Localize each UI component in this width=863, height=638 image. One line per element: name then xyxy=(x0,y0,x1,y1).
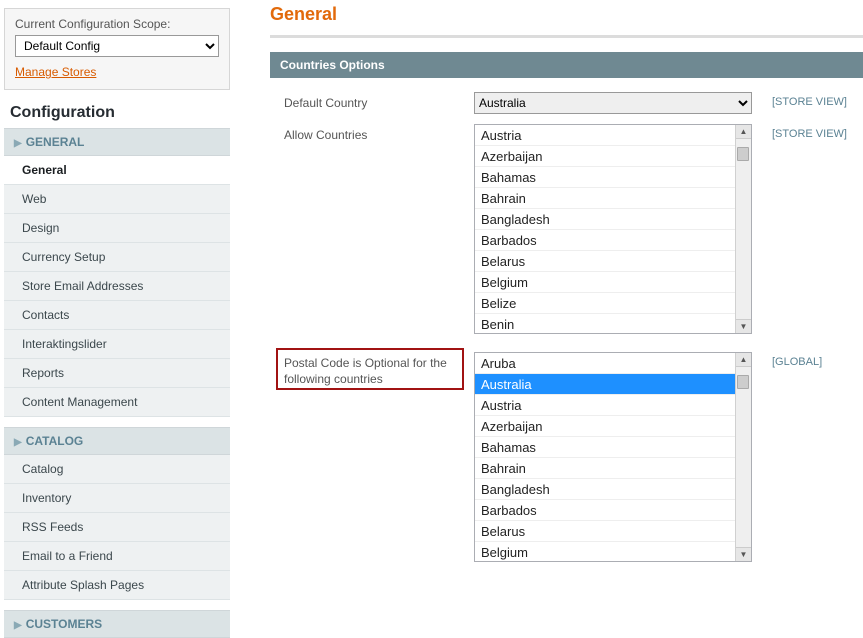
nav-item-store-email[interactable]: Store Email Addresses xyxy=(4,272,230,301)
list-item[interactable]: Barbados xyxy=(475,230,735,251)
nav-item-interaktingslider[interactable]: Interaktingslider xyxy=(4,330,230,359)
nav-section-customers[interactable]: ▶CUSTOMERS xyxy=(4,610,230,638)
label-postal-optional: Postal Code is Optional for the followin… xyxy=(284,352,474,387)
list-item[interactable]: Bahrain xyxy=(475,188,735,209)
nav-section-general[interactable]: ▶GENERAL xyxy=(4,128,230,156)
multiselect-allow-countries[interactable]: Austria Azerbaijan Bahamas Bahrain Bangl… xyxy=(474,124,752,334)
list-item[interactable]: Bangladesh xyxy=(475,209,735,230)
list-item[interactable]: Bahrain xyxy=(475,458,735,479)
row-default-country: Default Country Australia [STORE VIEW] xyxy=(284,92,863,114)
nav-item-catalog[interactable]: Catalog xyxy=(4,455,230,484)
scope-postal-optional: [GLOBAL] xyxy=(754,352,854,368)
fieldset-countries-options[interactable]: Countries Options xyxy=(270,52,863,78)
label-allow-countries: Allow Countries xyxy=(284,124,474,143)
scroll-down-icon[interactable]: ▼ xyxy=(736,547,751,561)
scroll-thumb[interactable] xyxy=(737,375,749,389)
configuration-title: Configuration xyxy=(10,104,230,122)
scroll-down-icon[interactable]: ▼ xyxy=(736,319,751,333)
nav-item-contacts[interactable]: Contacts xyxy=(4,301,230,330)
nav-item-content-management[interactable]: Content Management xyxy=(4,388,230,417)
list-item[interactable]: Azerbaijan xyxy=(475,146,735,167)
list-item[interactable]: Australia xyxy=(475,374,735,395)
list-item[interactable]: Belgium xyxy=(475,272,735,293)
list-item[interactable]: Austria xyxy=(475,125,735,146)
nav-item-inventory[interactable]: Inventory xyxy=(4,484,230,513)
row-allow-countries: Allow Countries Austria Azerbaijan Baham… xyxy=(284,124,863,334)
nav-item-web[interactable]: Web xyxy=(4,185,230,214)
scroll-up-icon[interactable]: ▲ xyxy=(736,353,751,367)
chevron-right-icon: ▶ xyxy=(14,437,22,448)
list-item[interactable]: Bangladesh xyxy=(475,479,735,500)
chevron-right-icon: ▶ xyxy=(14,620,22,631)
list-item[interactable]: Barbados xyxy=(475,500,735,521)
list-item[interactable]: Belize xyxy=(475,293,735,314)
scope-label: Current Configuration Scope: xyxy=(15,17,219,31)
nav-item-currency-setup[interactable]: Currency Setup xyxy=(4,243,230,272)
manage-stores-link[interactable]: Manage Stores xyxy=(15,65,96,79)
scroll-thumb[interactable] xyxy=(737,147,749,161)
scope-default-country: [STORE VIEW] xyxy=(754,92,854,108)
scope-select[interactable]: Default Config xyxy=(15,35,219,57)
list-item[interactable]: Bahamas xyxy=(475,437,735,458)
scrollbar[interactable]: ▲ ▼ xyxy=(735,125,751,333)
list-item[interactable]: Belarus xyxy=(475,251,735,272)
sidebar: Current Configuration Scope: Default Con… xyxy=(0,0,230,638)
scrollbar[interactable]: ▲ ▼ xyxy=(735,353,751,561)
scroll-up-icon[interactable]: ▲ xyxy=(736,125,751,139)
nav-item-attribute-splash[interactable]: Attribute Splash Pages xyxy=(4,571,230,600)
list-item[interactable]: Belgium xyxy=(475,542,735,561)
select-default-country[interactable]: Australia xyxy=(474,92,752,114)
list-item[interactable]: Belarus xyxy=(475,521,735,542)
row-postal-optional: Postal Code is Optional for the followin… xyxy=(284,352,863,562)
label-default-country: Default Country xyxy=(284,92,474,111)
nav-section-catalog[interactable]: ▶CATALOG xyxy=(4,427,230,455)
list-item[interactable]: Azerbaijan xyxy=(475,416,735,437)
multiselect-postal-optional[interactable]: Aruba Australia Austria Azerbaijan Baham… xyxy=(474,352,752,562)
list-item[interactable]: Aruba xyxy=(475,353,735,374)
nav-item-design[interactable]: Design xyxy=(4,214,230,243)
title-rule xyxy=(270,35,863,38)
main-content: General Countries Options Default Countr… xyxy=(230,0,863,638)
list-item[interactable]: Bahamas xyxy=(475,167,735,188)
list-item[interactable]: Austria xyxy=(475,395,735,416)
nav-item-rss-feeds[interactable]: RSS Feeds xyxy=(4,513,230,542)
nav-item-reports[interactable]: Reports xyxy=(4,359,230,388)
list-item[interactable]: Benin xyxy=(475,314,735,333)
nav-item-general[interactable]: General xyxy=(4,156,230,185)
scope-allow-countries: [STORE VIEW] xyxy=(754,124,854,140)
scope-box: Current Configuration Scope: Default Con… xyxy=(4,8,230,90)
chevron-right-icon: ▶ xyxy=(14,138,22,149)
nav-item-email-friend[interactable]: Email to a Friend xyxy=(4,542,230,571)
page-title: General xyxy=(270,4,863,25)
